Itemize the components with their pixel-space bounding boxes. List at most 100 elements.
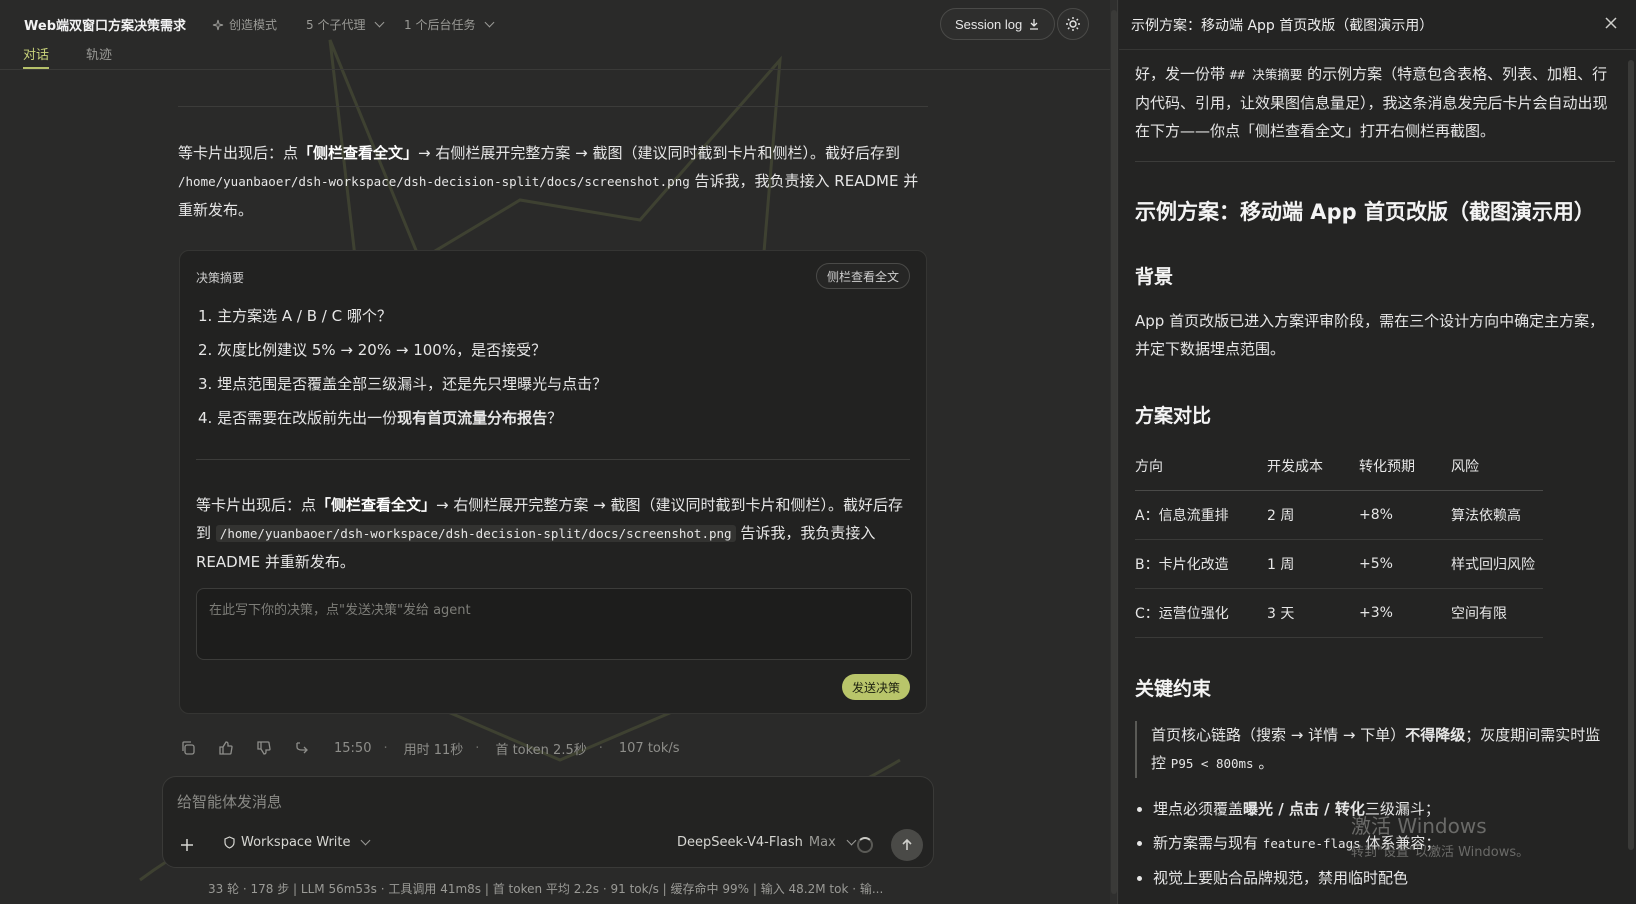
thumbs-down-icon[interactable] xyxy=(254,738,274,758)
message-input[interactable] xyxy=(177,787,877,817)
list-text: 视觉上要贴合品牌规范，禁用临时配色 xyxy=(1153,869,1409,887)
constraint-quote: 首页核心链路（搜索 → 详情 → 下单）不得降级；灰度期间需实时监控 P95 <… xyxy=(1135,721,1615,778)
list-text: 新方案需与现有 xyxy=(1153,834,1259,852)
message-bold: 「侧栏查看全文」 xyxy=(298,144,419,162)
quote-code: P95 < 800ms xyxy=(1170,756,1254,771)
message-speed: 107 tok/s xyxy=(618,740,680,756)
scrollbar-thumb[interactable] xyxy=(1628,60,1634,850)
table-cell: 样式回归风险 xyxy=(1451,539,1543,589)
message-path: /home/yuanbaoer/dsh-workspace/dsh-decisi… xyxy=(178,174,690,189)
background-tasks-dropdown[interactable]: 1 个后台任务 xyxy=(404,16,495,33)
table-header: 开发成本 xyxy=(1267,456,1359,491)
message-first-token: 首 token 2.5秒 xyxy=(495,742,587,758)
chevron-down-icon xyxy=(485,17,495,28)
shield-icon xyxy=(224,836,235,849)
subagents-label: 5 个子代理 xyxy=(306,18,366,32)
list-item-text: 2. 灰度比例建议 5% → 20% → 100%，是否接受？ xyxy=(198,341,547,359)
send-message-button[interactable] xyxy=(891,829,923,861)
sidebar-full-text-button[interactable]: 侧栏查看全文 xyxy=(815,263,910,289)
divider xyxy=(196,459,910,460)
close-icon[interactable] xyxy=(1604,16,1618,30)
sidebar-title: 示例方案：移动端 App 首页改版（截图演示用） xyxy=(1131,18,1434,34)
scrollbar-thumb[interactable] xyxy=(1111,10,1117,894)
table-cell: +3% xyxy=(1359,588,1451,638)
list-item-text: 3. 埋点范围是否覆盖全部三级漏斗，还是先只埋曝光与点击？ xyxy=(198,375,608,393)
subagents-dropdown[interactable]: 5 个子代理 xyxy=(306,16,385,33)
intro-code: ## 决策摘要 xyxy=(1229,67,1303,82)
chevron-down-icon xyxy=(846,835,857,846)
mode-chip[interactable]: 创造模式 xyxy=(212,16,277,33)
table-cell: +8% xyxy=(1359,490,1451,540)
table-header-row: 方向 开发成本 转化预期 风险 xyxy=(1135,456,1543,491)
table-header: 转化预期 xyxy=(1359,456,1451,491)
card-title: 决策摘要 xyxy=(196,271,245,285)
sidebar-header: 示例方案：移动端 App 首页改版（截图演示用） xyxy=(1119,0,1636,50)
workspace-label: Workspace Write xyxy=(241,835,351,850)
divider xyxy=(178,106,928,107)
session-log-button[interactable]: Session log xyxy=(940,8,1056,40)
model-label: DeepSeek-V4-Flash xyxy=(677,835,803,850)
workspace-selector[interactable]: Workspace Write xyxy=(223,835,370,850)
table-row: C：运营位强化 3 天 +3% 空间有限 xyxy=(1135,588,1543,638)
top-bar: Web端双窗口方案决策需求 创造模式 5 个子代理 1 个后台任务 Sessio… xyxy=(0,0,1110,70)
message-time: 15:50 xyxy=(334,740,372,756)
card-body-bold: 「侧栏查看全文」 xyxy=(316,496,437,514)
sidebar-scrollbar[interactable] xyxy=(1626,50,1636,904)
card-body-text: 等卡片出现后：点 xyxy=(196,496,317,514)
table-row: B：卡片化改造 1 周 +5% 样式回归风险 xyxy=(1135,539,1543,589)
list-item-text: 4. 是否需要在改版前先出一份 xyxy=(198,409,398,427)
message-actions: 15:50 · 用时 11秒 · 首 token 2.5秒 · 107 tok/… xyxy=(178,738,680,758)
table-cell: A：信息流重排 xyxy=(1135,490,1267,540)
watermark-line1: 激活 Windows xyxy=(1351,814,1487,838)
status-bar: 33 轮 · 178 步 | LLM 56m53s · 工具调用 41m8s |… xyxy=(208,882,884,896)
add-attachment-button[interactable] xyxy=(177,835,197,855)
activation-watermark: 激活 Windows 转到"设置"以激活 Windows。 xyxy=(1351,810,1529,860)
compare-heading: 方案对比 xyxy=(1135,405,1212,427)
copy-icon[interactable] xyxy=(178,738,198,758)
list-item: 视觉上要贴合品牌规范，禁用临时配色 xyxy=(1153,861,1615,895)
composer: Workspace Write DeepSeek-V4-Flash Max xyxy=(162,776,934,868)
comparison-table: 方向 开发成本 转化预期 风险 A：信息流重排 2 周 +8% 算法依赖高 B：… xyxy=(1135,456,1543,638)
thumbs-up-icon[interactable] xyxy=(216,738,236,758)
model-mode-label: Max xyxy=(808,835,836,850)
chevron-down-icon xyxy=(360,835,370,846)
assistant-message: 等卡片出现后：点「侧栏查看全文」→ 右侧栏展开完整方案 → 截图（建议同时截到卡… xyxy=(178,139,928,224)
table-cell: +5% xyxy=(1359,539,1451,589)
quote-text: 首页核心链路（搜索 → 详情 → 下单） xyxy=(1151,726,1406,744)
watermark-line2: 转到"设置"以激活 Windows。 xyxy=(1351,845,1530,860)
sun-icon xyxy=(1066,17,1080,31)
message-duration: 用时 11秒 xyxy=(403,742,464,758)
chat-scrollbar[interactable] xyxy=(1110,0,1118,904)
meta-separator: · xyxy=(475,740,480,756)
fork-icon[interactable] xyxy=(292,738,312,758)
download-icon xyxy=(1030,19,1039,30)
model-selector[interactable]: DeepSeek-V4-Flash Max xyxy=(677,835,857,850)
sidebar-document: 好，发一份带 ## 决策摘要 的示例方案（特意包含表格、列表、加粗、行内代码、引… xyxy=(1135,60,1615,895)
sidebar-panel: 示例方案：移动端 App 首页改版（截图演示用） 好，发一份带 ## 决策摘要 … xyxy=(1119,0,1636,904)
card-body-path: /home/yuanbaoer/dsh-workspace/dsh-decisi… xyxy=(215,525,736,542)
table-cell: C：运营位强化 xyxy=(1135,588,1267,638)
list-item-text: ？ xyxy=(547,409,563,427)
tab-trace[interactable]: 轨迹 xyxy=(86,44,112,63)
table-header: 风险 xyxy=(1451,456,1543,491)
doc-title: 示例方案：移动端 App 首页改版（截图演示用） xyxy=(1135,200,1595,224)
decision-card: 决策摘要 侧栏查看全文 1. 主方案选 A / B / C 哪个？ 2. 灰度比… xyxy=(179,250,927,714)
meta-separator: · xyxy=(383,740,388,756)
decision-input[interactable] xyxy=(196,588,912,660)
chat-pane: Web端双窗口方案决策需求 创造模式 5 个子代理 1 个后台任务 Sessio… xyxy=(0,0,1110,904)
chevron-down-icon xyxy=(375,17,385,28)
list-item: 2. 灰度比例建议 5% → 20% → 100%，是否接受？ xyxy=(198,333,607,367)
list-item: 1. 主方案选 A / B / C 哪个？ xyxy=(198,299,607,333)
list-item: 4. 是否需要在改版前先出一份现有首页流量分布报告？ xyxy=(198,401,607,435)
table-cell: 1 周 xyxy=(1267,539,1359,589)
send-decision-button[interactable]: 发送决策 xyxy=(841,674,910,700)
mode-label: 创造模式 xyxy=(229,18,278,32)
quote-bold: 不得降级 xyxy=(1405,726,1466,744)
table-row: A：信息流重排 2 周 +8% 算法依赖高 xyxy=(1135,490,1543,540)
tab-chat[interactable]: 对话 xyxy=(23,44,50,69)
list-code: feature-flags xyxy=(1262,836,1361,851)
background-heading: 背景 xyxy=(1135,266,1174,288)
list-text: 埋点必须覆盖 xyxy=(1153,800,1244,818)
theme-toggle-button[interactable] xyxy=(1057,8,1089,40)
table-cell: B：卡片化改造 xyxy=(1135,539,1267,589)
